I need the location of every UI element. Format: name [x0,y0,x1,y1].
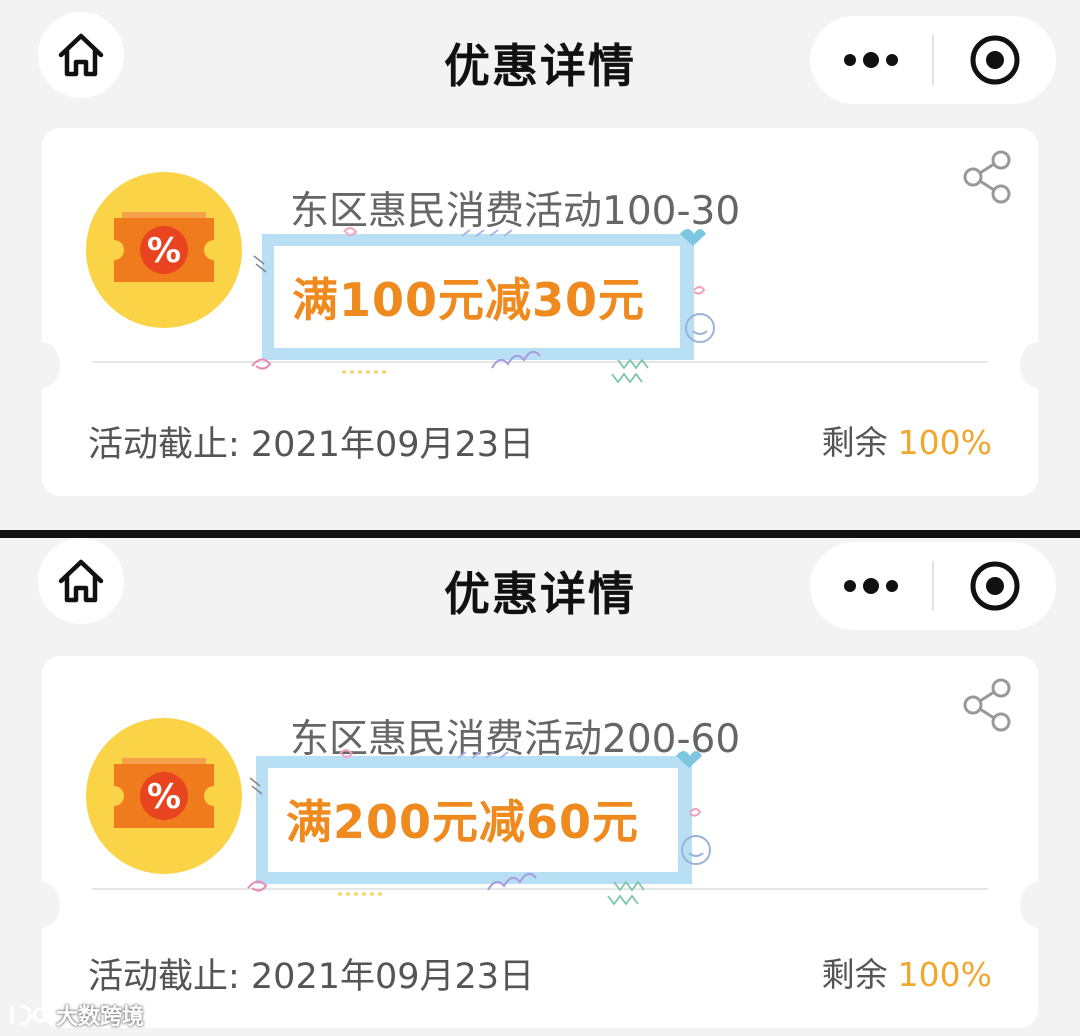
remaining-quantity: 剩余 100% [822,948,992,996]
share-icon[interactable] [962,150,1014,204]
deadline-text: 活动截止: 2021年09月23日 [88,425,535,465]
watermark-logo-icon [10,1004,48,1026]
home-button[interactable] [38,538,124,624]
page-title: 优惠详情 [444,39,636,93]
coupon-card: % 东区惠民消费活动200-60 满200元减60元 活动截止: 2021年09… [24,656,1056,1028]
remain-percent: 100% [897,955,992,994]
mini-program-capsule [810,542,1056,630]
close-circle-icon [970,561,1020,611]
share-icon[interactable] [962,678,1014,732]
ticket-notch-right [1020,882,1056,928]
svg-text:%: % [147,231,181,271]
coupon-logo: % [86,172,242,328]
remain-label: 剩余 [821,955,888,994]
ticket-notch-right [1020,342,1056,388]
svg-text:%: % [147,777,181,817]
page-title: 优惠详情 [444,567,636,621]
remain-label: 剩余 [821,423,888,462]
panel-1: 优惠详情 % 东区惠民消费活动100-30 满100元减30元 活动截止: 20… [0,0,1080,530]
coupon-card: % 东区惠民消费活动100-30 满100元减30元 活动截止: 2021年09… [24,128,1056,496]
remain-percent: 100% [897,423,992,462]
more-button[interactable] [810,542,932,630]
more-dots-icon [844,52,898,68]
coupon-percent-icon: % [114,758,214,828]
screenshot-divider [0,530,1080,538]
mini-program-capsule [810,16,1056,104]
coupon-percent-icon: % [114,212,214,282]
close-button[interactable] [934,16,1056,104]
home-icon [58,33,104,77]
home-icon [58,559,104,603]
ticket-notch-left [24,342,60,388]
remaining-quantity: 剩余 100% [822,416,992,464]
more-button[interactable] [810,16,932,104]
doodle-decoration [247,749,711,906]
watermark-text: 大数跨境 [56,1005,145,1030]
doodle-decoration [251,227,715,384]
close-circle-icon [970,35,1020,85]
home-button[interactable] [38,12,124,98]
deadline-text: 活动截止: 2021年09月23日 [88,957,535,997]
coupon-logo: % [86,718,242,874]
more-dots-icon [844,578,898,594]
ticket-notch-left [24,882,60,928]
close-button[interactable] [934,542,1056,630]
watermark: 大数跨境 [8,998,144,1032]
panel-2: 优惠详情 % 东区惠民消费活动200-60 满200元减60元 活动截止: 20… [0,538,1080,1036]
